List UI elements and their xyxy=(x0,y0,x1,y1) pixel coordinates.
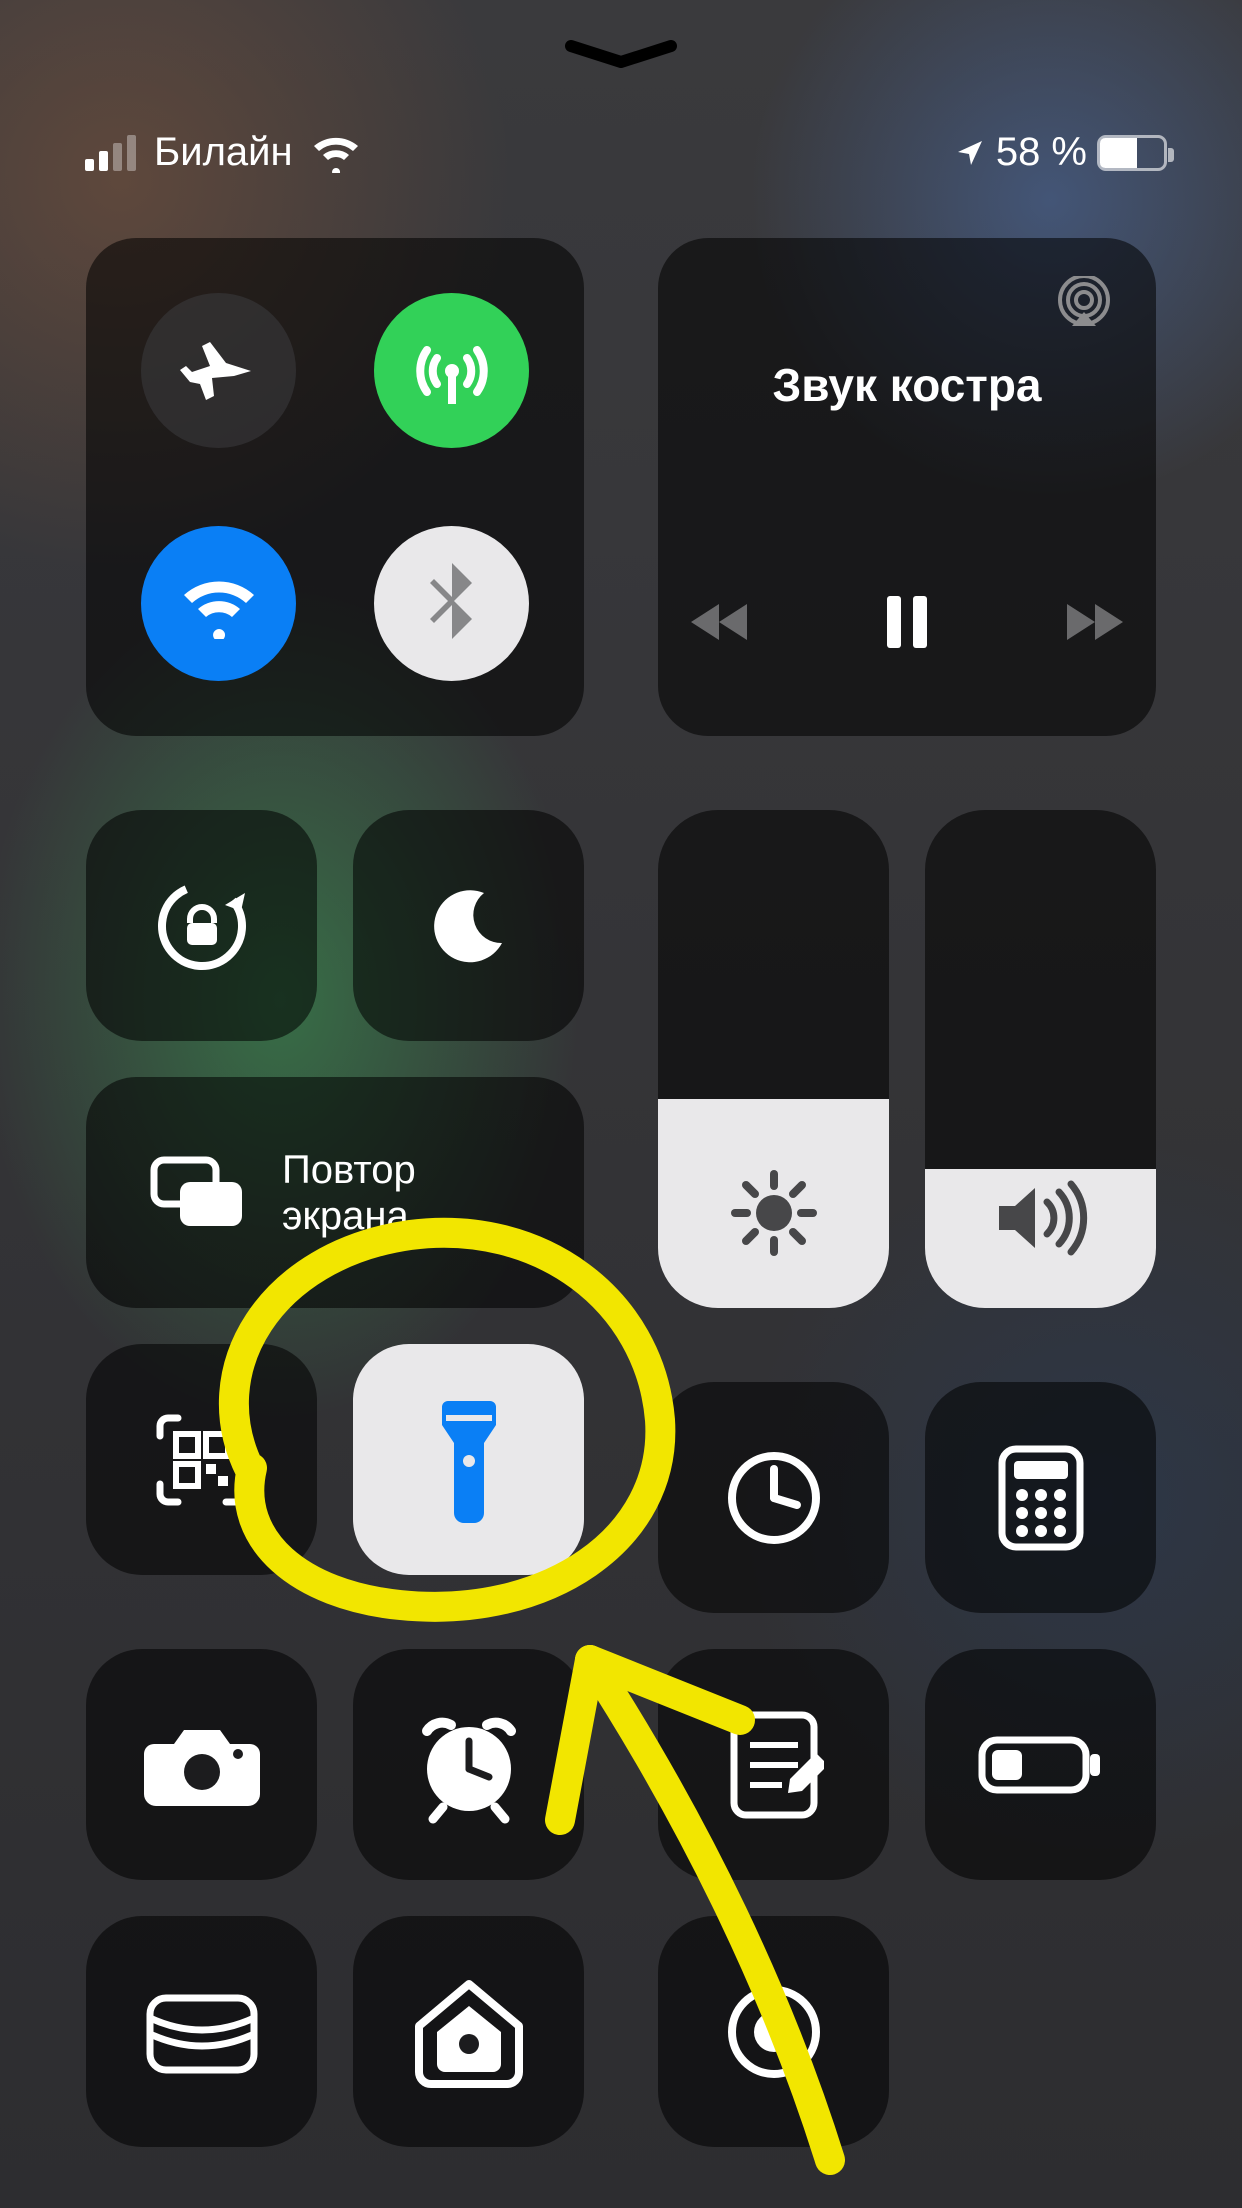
wifi-icon xyxy=(174,569,264,639)
volume-icon xyxy=(925,1178,1156,1258)
wifi-icon xyxy=(311,133,361,173)
battery-icon xyxy=(1097,135,1167,171)
qr-code-icon xyxy=(152,1410,252,1510)
notes-button[interactable] xyxy=(658,1649,889,1880)
battery-icon xyxy=(976,1730,1106,1800)
wallet-button[interactable] xyxy=(86,1916,317,2147)
calculator-button[interactable] xyxy=(925,1382,1156,1613)
screen-record-button[interactable] xyxy=(658,1916,889,2147)
alarm-clock-icon xyxy=(409,1705,529,1825)
wifi-toggle[interactable] xyxy=(141,526,296,681)
cellular-data-toggle[interactable] xyxy=(374,293,529,448)
camera-icon xyxy=(142,1720,262,1810)
media-playback-group[interactable]: Звук костра xyxy=(658,238,1156,736)
bluetooth-toggle[interactable] xyxy=(374,526,529,681)
camera-button[interactable] xyxy=(86,1649,317,1880)
play-pause-button[interactable] xyxy=(883,594,931,650)
wallet-icon xyxy=(142,1982,262,2082)
brightness-icon xyxy=(658,1168,889,1258)
airplay-icon[interactable] xyxy=(1056,276,1112,332)
do-not-disturb-toggle[interactable] xyxy=(353,810,584,1041)
airplane-icon xyxy=(176,328,262,414)
calculator-icon xyxy=(996,1443,1086,1553)
cellular-signal-icon xyxy=(85,135,136,171)
flashlight-icon xyxy=(434,1395,504,1525)
orientation-lock-toggle[interactable] xyxy=(86,810,317,1041)
connectivity-group[interactable] xyxy=(86,238,584,736)
status-bar: Билайн 58 % xyxy=(0,0,1242,220)
home-icon xyxy=(409,1972,529,2092)
collapse-chevron-icon[interactable] xyxy=(561,40,681,70)
record-icon xyxy=(719,1977,829,2087)
now-playing-title: Звук костра xyxy=(658,358,1156,412)
previous-track-button[interactable] xyxy=(689,598,753,646)
screen-mirroring-label: Повтор экрана xyxy=(282,1147,416,1239)
timer-icon xyxy=(719,1443,829,1553)
volume-slider[interactable] xyxy=(925,810,1156,1308)
flashlight-toggle[interactable] xyxy=(353,1344,584,1575)
note-icon xyxy=(724,1705,824,1825)
qr-scanner-button[interactable] xyxy=(86,1344,317,1575)
battery-percent-label: 58 % xyxy=(996,130,1087,175)
home-button[interactable] xyxy=(353,1916,584,2147)
rotation-lock-icon xyxy=(147,871,257,981)
carrier-label: Билайн xyxy=(154,130,293,175)
moon-icon xyxy=(424,881,514,971)
brightness-slider[interactable] xyxy=(658,810,889,1308)
antenna-icon xyxy=(407,326,497,416)
screen-mirroring-button[interactable]: Повтор экрана xyxy=(86,1077,584,1308)
location-icon xyxy=(954,137,986,169)
screen-mirroring-icon xyxy=(148,1154,248,1232)
alarm-button[interactable] xyxy=(353,1649,584,1880)
next-track-button[interactable] xyxy=(1061,598,1125,646)
timer-button[interactable] xyxy=(658,1382,889,1613)
low-power-mode-toggle[interactable] xyxy=(925,1649,1156,1880)
bluetooth-icon xyxy=(424,559,480,649)
control-center: Звук костра xyxy=(86,238,1156,2208)
airplane-mode-toggle[interactable] xyxy=(141,293,296,448)
